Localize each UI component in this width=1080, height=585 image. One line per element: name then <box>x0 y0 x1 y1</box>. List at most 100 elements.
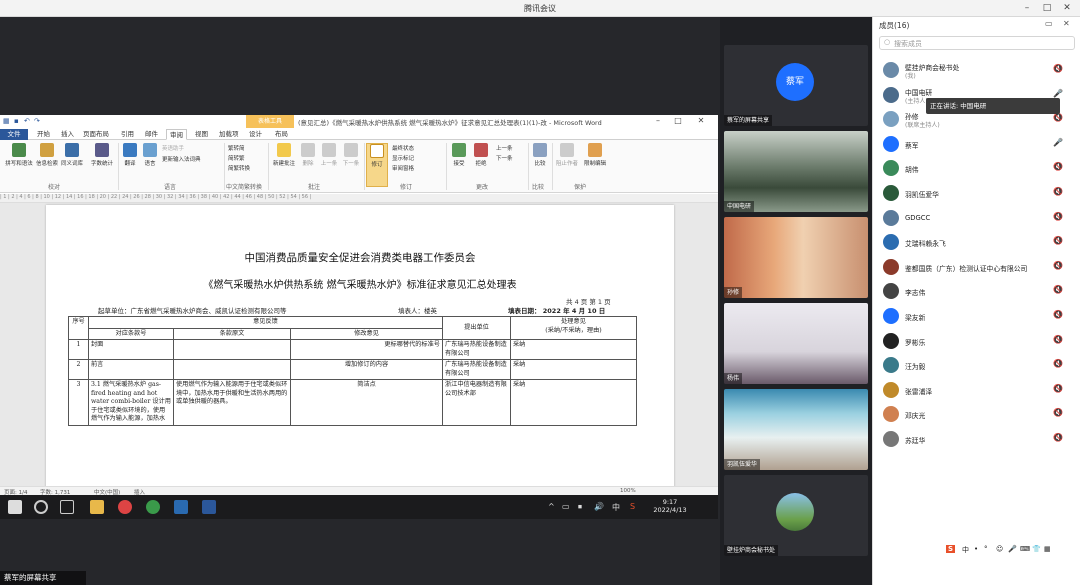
track-changes-button[interactable]: 修订 <box>366 143 388 187</box>
member-row[interactable]: 鉴都国质（广东）检测认证中心有限公司 🔇 <box>873 255 1080 279</box>
next-change[interactable]: 下一条 <box>496 154 513 162</box>
tab-view[interactable]: 视图 <box>192 129 211 140</box>
panel-close-icon[interactable]: ✕ <box>1063 19 1070 28</box>
thesaurus-button[interactable]: 同义词库 <box>58 143 86 167</box>
member-row[interactable]: 罗彬乐 🔇 <box>873 329 1080 353</box>
word-close[interactable]: ✕ <box>695 116 707 125</box>
panel-popout-icon[interactable]: ▭ <box>1045 19 1053 28</box>
save-icon[interactable]: ▪ <box>14 117 19 125</box>
ime-voice-icon[interactable]: 🎤 <box>1008 545 1017 553</box>
mic-muted-icon[interactable]: 🔇 <box>1053 384 1063 393</box>
volume-icon[interactable]: 🔊 <box>594 502 604 511</box>
minimize-button[interactable]: – <box>1020 2 1034 14</box>
research-button[interactable]: 信息检索 <box>36 143 58 167</box>
redo-icon[interactable]: ↷ <box>34 117 40 125</box>
ime-lang-icon[interactable]: 中 <box>962 545 969 555</box>
mic-muted-icon[interactable]: 🔇 <box>1053 212 1063 221</box>
delete-comment-button[interactable]: 删除 <box>298 143 318 167</box>
mic-icon[interactable]: 🎤 <box>1053 138 1063 147</box>
tray-stop-icon[interactable]: ⏹ <box>578 502 582 512</box>
word-count-button[interactable]: 字数统计 <box>86 143 118 167</box>
close-button[interactable]: ✕ <box>1060 2 1074 14</box>
meeting-app-icon[interactable] <box>174 500 188 514</box>
mic-muted-icon[interactable]: 🔇 <box>1053 359 1063 368</box>
member-row[interactable]: 张雷浦泽 🔇 <box>873 378 1080 402</box>
wechat-icon[interactable] <box>146 500 160 514</box>
video-tile[interactable]: 杨伟 <box>724 303 868 384</box>
ime-punct-icon[interactable]: • <box>974 545 978 553</box>
mic-muted-icon[interactable]: 🔇 <box>1053 236 1063 245</box>
ime-keyboard-icon[interactable]: ⌨ <box>1020 545 1030 553</box>
tab-layout[interactable]: 页面布局 <box>80 129 112 140</box>
mic-muted-icon[interactable]: 🔇 <box>1053 310 1063 319</box>
zoom-level[interactable]: 100% <box>620 488 636 494</box>
tab-mailings[interactable]: 邮件 <box>142 129 161 140</box>
mic-muted-icon[interactable]: 🔇 <box>1053 261 1063 270</box>
mic-muted-icon[interactable]: 🔇 <box>1053 408 1063 417</box>
update-ime-dict[interactable]: 更新输入法词典 <box>162 155 201 163</box>
tab-review[interactable]: 审阅 <box>166 129 187 140</box>
language-button[interactable]: 语言 <box>140 143 160 167</box>
final-state[interactable]: 最终状态 <box>392 144 414 152</box>
tray-monitor-icon[interactable]: ▭ <box>562 502 570 511</box>
sogou-icon[interactable]: S <box>946 545 956 553</box>
start-icon[interactable] <box>8 500 22 514</box>
video-tile[interactable]: 蔡军 蔡军的屏幕共享 <box>724 45 868 126</box>
mic-icon[interactable]: 🎤 <box>1053 89 1063 98</box>
member-row[interactable]: 李志伟 🔇 <box>873 279 1080 303</box>
member-search-input[interactable]: ○ 搜索成员 <box>879 36 1075 50</box>
word-taskbar-icon[interactable] <box>202 500 216 514</box>
taskbar-clock[interactable]: 9:17 2022/4/13 <box>650 498 690 514</box>
member-row[interactable]: 艾瑞科赖永飞 🔇 <box>873 230 1080 254</box>
tab-table-layout[interactable]: 布局 <box>272 129 291 140</box>
restrict-editing-button[interactable]: 限制编辑 <box>580 143 610 167</box>
member-row[interactable]: 蔡军 🎤 <box>873 132 1080 156</box>
spelling-button[interactable]: 拼写和语法 <box>2 143 36 167</box>
video-tile[interactable]: 羽凯伍爱华 <box>724 389 868 470</box>
ime-mode-icon[interactable]: 中 <box>612 502 620 513</box>
show-markup[interactable]: 显示标记 <box>392 154 414 162</box>
panel-ime-toolbar[interactable]: S 中 • ° ☺ 🎤 ⌨ 👕 ▦ <box>946 545 1060 557</box>
tray-sogou-icon[interactable]: S <box>630 502 635 511</box>
prev-comment-button[interactable]: 上一条 <box>318 143 340 167</box>
member-row[interactable]: 壁挂炉商会秘书处 (我) 🔇 <box>873 58 1080 82</box>
tab-design[interactable]: 设计 <box>246 129 265 140</box>
member-row[interactable]: 苏廷华 🔇 <box>873 427 1080 451</box>
word-maximize[interactable]: □ <box>672 116 684 125</box>
accept-button[interactable]: 接受 <box>448 143 470 167</box>
explorer-icon[interactable] <box>90 500 104 514</box>
simp-to-trad[interactable]: 简转繁 <box>228 154 245 162</box>
simp-trad-convert[interactable]: 简繁转换 <box>228 164 250 172</box>
member-row[interactable]: 邓庆光 🔇 <box>873 402 1080 426</box>
word-minimize[interactable]: – <box>652 116 664 125</box>
search-icon[interactable] <box>34 500 48 514</box>
member-row[interactable]: 胡伟 🔇 <box>873 156 1080 180</box>
review-pane[interactable]: 审阅窗格 <box>392 164 414 172</box>
next-comment-button[interactable]: 下一条 <box>340 143 362 167</box>
video-tile[interactable]: 孙修 <box>724 217 868 298</box>
ime-emoji-icon[interactable]: ☺ <box>996 545 1003 553</box>
tab-insert[interactable]: 插入 <box>58 129 77 140</box>
tab-addins[interactable]: 加载项 <box>216 129 242 140</box>
reject-button[interactable]: 拒绝 <box>470 143 492 167</box>
mic-muted-icon[interactable]: 🔇 <box>1053 335 1063 344</box>
english-assistant[interactable]: 英语助手 <box>162 144 184 152</box>
mic-muted-icon[interactable]: 🔇 <box>1053 285 1063 294</box>
mic-muted-icon[interactable]: 🔇 <box>1053 64 1063 73</box>
ime-menu-icon[interactable]: ▦ <box>1044 545 1051 553</box>
trad-to-simp[interactable]: 繁转简 <box>228 144 245 152</box>
member-row[interactable]: GDGCC 🔇 <box>873 206 1080 230</box>
member-row[interactable]: 汪为毅 🔇 <box>873 353 1080 377</box>
tab-home[interactable]: 开始 <box>34 129 53 140</box>
tab-file[interactable]: 文件 <box>0 129 28 140</box>
ime-skin-icon[interactable]: 👕 <box>1032 545 1041 553</box>
mic-muted-icon[interactable]: 🔇 <box>1053 113 1063 122</box>
task-view-icon[interactable] <box>60 500 74 514</box>
mic-muted-icon[interactable]: 🔇 <box>1053 433 1063 442</box>
block-authors-button[interactable]: 阻止作者 <box>554 143 580 167</box>
new-comment-button[interactable]: 新建批注 <box>270 143 298 167</box>
tray-up-icon[interactable]: ^ <box>548 502 555 511</box>
video-tile[interactable]: 壁挂炉商会秘书处 <box>724 475 868 556</box>
maximize-button[interactable]: □ <box>1040 2 1054 14</box>
tab-references[interactable]: 引用 <box>118 129 137 140</box>
